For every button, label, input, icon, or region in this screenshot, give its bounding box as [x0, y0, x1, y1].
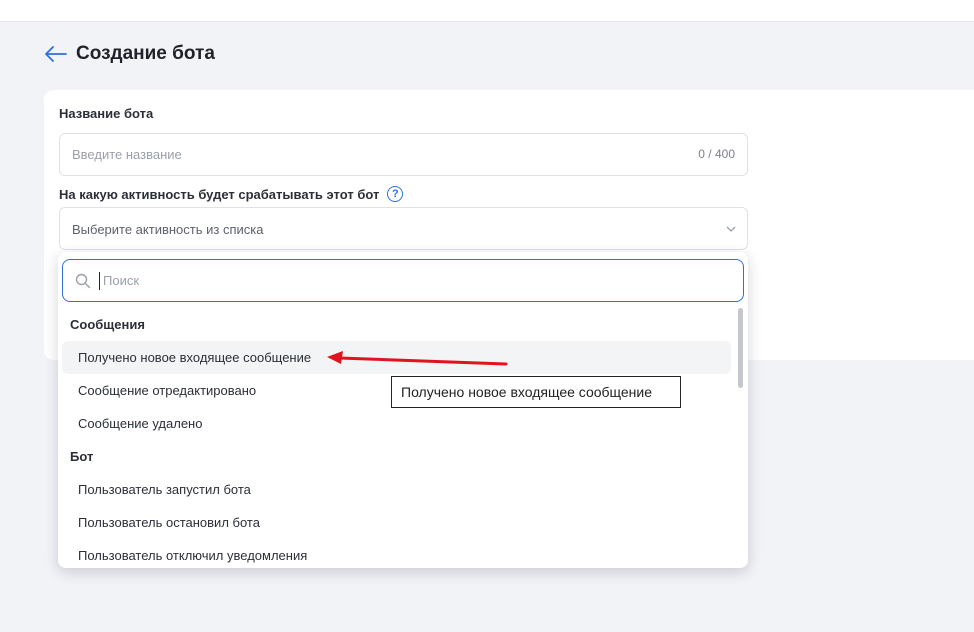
top-bar — [0, 0, 974, 22]
tooltip: Получено новое входящее сообщение — [391, 376, 681, 408]
option-user-disabled-notifications[interactable]: Пользователь отключил уведомления — [62, 539, 731, 568]
activity-label: На какую активность будет срабатывать эт… — [59, 186, 380, 202]
annotation-arrow-icon — [327, 351, 508, 366]
option-user-stopped-bot[interactable]: Пользователь остановил бота — [62, 506, 731, 539]
text-caret — [99, 272, 100, 290]
option-label: Пользователь остановил бота — [78, 515, 260, 530]
option-label: Сообщение удалено — [78, 416, 203, 431]
activity-select-placeholder: Выберите активность из списка — [72, 222, 264, 237]
activity-select[interactable]: Выберите активность из списка — [59, 207, 748, 250]
chevron-down-icon — [725, 222, 737, 240]
tooltip-text: Получено новое входящее сообщение — [401, 384, 653, 400]
option-label: Пользователь отключил уведомления — [78, 548, 308, 563]
char-counter: 0 / 400 — [698, 147, 735, 161]
option-message-deleted[interactable]: Сообщение удалено — [62, 407, 731, 440]
page-header: Создание бота — [44, 40, 215, 68]
bot-name-label: Название бота — [59, 106, 154, 121]
option-user-started-bot[interactable]: Пользователь запустил бота — [62, 473, 731, 506]
bot-name-placeholder: Введите название — [72, 147, 182, 162]
bot-name-input[interactable]: Введите название 0 / 400 — [59, 133, 748, 176]
search-input[interactable]: Поиск — [62, 259, 744, 302]
dropdown-scrollbar[interactable] — [738, 308, 743, 388]
page-title: Создание бота — [76, 43, 215, 64]
option-label: Пользователь запустил бота — [78, 482, 251, 497]
group-title-bot: Бот — [70, 449, 94, 464]
activity-dropdown: Поиск Сообщения Получено новое входящее … — [58, 252, 748, 568]
help-icon[interactable]: ? — [387, 186, 404, 202]
search-icon — [75, 273, 91, 294]
group-title-messages: Сообщения — [70, 317, 145, 332]
option-label: Сообщение отредактировано — [78, 383, 257, 398]
search-placeholder: Поиск — [103, 273, 140, 288]
option-label: Получено новое входящее сообщение — [78, 350, 312, 365]
back-arrow-icon[interactable] — [44, 42, 68, 66]
activity-label-row: На какую активность будет срабатывать эт… — [59, 186, 404, 202]
